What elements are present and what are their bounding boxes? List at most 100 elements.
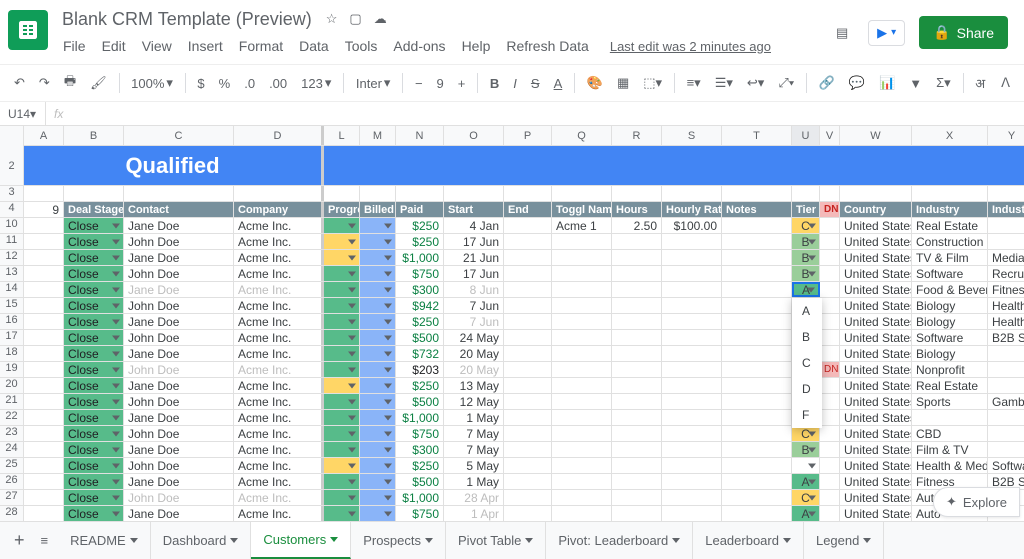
country-cell[interactable]: United States — [840, 298, 912, 313]
start-cell[interactable]: 7 May — [444, 426, 504, 441]
col-header-W[interactable]: W — [840, 126, 912, 145]
hours-cell[interactable] — [612, 330, 662, 345]
paid-cell[interactable]: $500 — [396, 330, 444, 345]
cell[interactable] — [612, 186, 662, 201]
cell[interactable] — [792, 186, 820, 201]
hours-cell[interactable] — [612, 442, 662, 457]
company-cell[interactable]: Acme Inc. — [234, 346, 324, 361]
rate-cell[interactable] — [662, 346, 722, 361]
tier-option-A[interactable]: A — [792, 298, 822, 324]
progress-cell[interactable] — [324, 250, 360, 265]
country-cell[interactable]: United States — [840, 410, 912, 425]
cell[interactable] — [396, 186, 444, 201]
notes-cell[interactable] — [722, 474, 792, 489]
industry2-cell[interactable] — [988, 426, 1024, 441]
country-cell[interactable]: United States — [840, 394, 912, 409]
strike-button[interactable]: S — [525, 72, 546, 95]
company-cell[interactable]: Acme Inc. — [234, 426, 324, 441]
tier-cell[interactable]: B — [792, 250, 820, 265]
billed-cell[interactable] — [360, 266, 396, 281]
tier-option-F[interactable]: F — [792, 402, 822, 428]
industry-cell[interactable] — [912, 410, 988, 425]
company-cell[interactable]: Acme Inc. — [234, 474, 324, 489]
rate-cell[interactable] — [662, 442, 722, 457]
end-cell[interactable] — [504, 458, 552, 473]
deal-stage-cell[interactable]: Close — [64, 234, 124, 249]
cell-a[interactable] — [24, 458, 64, 473]
tier-cell[interactable]: A — [792, 474, 820, 489]
deal-stage-cell[interactable]: Close — [64, 266, 124, 281]
end-cell[interactable] — [504, 298, 552, 313]
col-header-X[interactable]: X — [912, 126, 988, 145]
name-box[interactable]: U14 ▾ — [0, 102, 46, 125]
start-cell[interactable]: 8 Jun — [444, 282, 504, 297]
company-cell[interactable]: Acme Inc. — [234, 282, 324, 297]
last-edit-link[interactable]: Last edit was 2 minutes ago — [610, 39, 771, 54]
dnb-cell[interactable] — [820, 410, 840, 425]
cell[interactable] — [324, 186, 360, 201]
notes-cell[interactable] — [722, 314, 792, 329]
contact-cell[interactable]: Jane Doe — [124, 346, 234, 361]
industry-cell[interactable]: Food & Beverage — [912, 282, 988, 297]
italic-button[interactable]: I — [507, 72, 523, 95]
industry-cell[interactable]: CBD — [912, 426, 988, 441]
end-cell[interactable] — [504, 474, 552, 489]
hours-cell[interactable] — [612, 410, 662, 425]
rate-cell[interactable] — [662, 394, 722, 409]
cell[interactable] — [820, 186, 840, 201]
rate-cell[interactable] — [662, 490, 722, 505]
menu-tools[interactable]: Tools — [338, 34, 385, 58]
paid-cell[interactable]: $300 — [396, 282, 444, 297]
cell-a[interactable] — [24, 378, 64, 393]
paid-cell[interactable]: $1,000 — [396, 490, 444, 505]
company-cell[interactable]: Acme Inc. — [234, 394, 324, 409]
cell[interactable] — [912, 186, 988, 201]
hours-cell[interactable] — [612, 346, 662, 361]
billed-cell[interactable] — [360, 346, 396, 361]
progress-cell[interactable] — [324, 490, 360, 505]
progress-cell[interactable] — [324, 378, 360, 393]
fill-color-button[interactable]: 🎨 — [581, 71, 609, 95]
billed-cell[interactable] — [360, 490, 396, 505]
paid-cell[interactable]: $250 — [396, 218, 444, 233]
paid-cell[interactable]: $250 — [396, 234, 444, 249]
sheet-tab-pivot-table[interactable]: Pivot Table — [446, 522, 546, 559]
dnb-cell[interactable] — [820, 218, 840, 233]
paid-cell[interactable]: $500 — [396, 394, 444, 409]
sheet-tab-pivot--leaderboard[interactable]: Pivot: Leaderboard — [546, 522, 693, 559]
start-cell[interactable]: 1 Apr — [444, 506, 504, 521]
company-cell[interactable]: Acme Inc. — [234, 362, 324, 377]
font-size-dec[interactable]: − — [409, 72, 429, 95]
deal-stage-cell[interactable]: Close — [64, 330, 124, 345]
cell-a[interactable] — [24, 474, 64, 489]
tier-cell[interactable] — [792, 458, 820, 473]
billed-cell[interactable] — [360, 218, 396, 233]
contact-cell[interactable]: Jane Doe — [124, 218, 234, 233]
explore-button[interactable]: ✦ Explore — [933, 487, 1020, 517]
country-cell[interactable]: United States — [840, 474, 912, 489]
end-cell[interactable] — [504, 234, 552, 249]
progress-cell[interactable] — [324, 410, 360, 425]
tier-option-C[interactable]: C — [792, 350, 822, 376]
country-cell[interactable]: United States — [840, 458, 912, 473]
notes-cell[interactable] — [722, 282, 792, 297]
cell-a[interactable] — [24, 250, 64, 265]
hours-cell[interactable] — [612, 458, 662, 473]
company-cell[interactable]: Acme Inc. — [234, 442, 324, 457]
contact-cell[interactable]: Jane Doe — [124, 282, 234, 297]
paid-cell[interactable]: $250 — [396, 314, 444, 329]
col-header-Y[interactable]: Y — [988, 126, 1024, 145]
cell[interactable] — [662, 186, 722, 201]
dnb-cell[interactable] — [820, 378, 840, 393]
billed-cell[interactable] — [360, 250, 396, 265]
deal-stage-cell[interactable]: Close — [64, 410, 124, 425]
deal-stage-cell[interactable]: Close — [64, 298, 124, 313]
country-cell[interactable]: United States — [840, 346, 912, 361]
dnb-cell[interactable] — [820, 282, 840, 297]
end-cell[interactable] — [504, 250, 552, 265]
industry-cell[interactable]: Health & Med — [912, 458, 988, 473]
start-cell[interactable]: 7 Jun — [444, 314, 504, 329]
dnb-cell[interactable]: DNB — [820, 362, 840, 377]
paid-cell[interactable]: $250 — [396, 458, 444, 473]
col-header-M[interactable]: M — [360, 126, 396, 145]
